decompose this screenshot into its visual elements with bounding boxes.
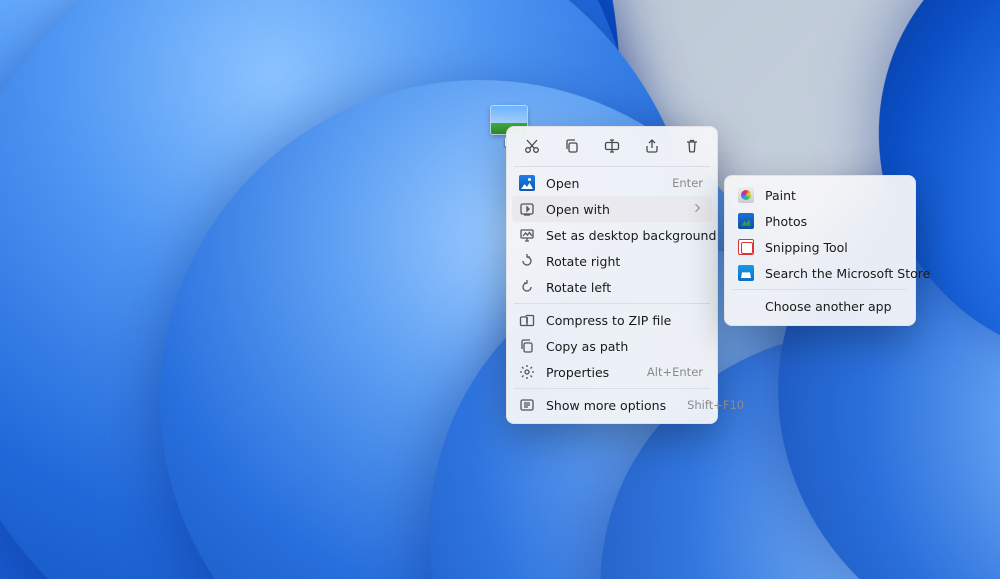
- picture-app-icon: [519, 175, 535, 191]
- share-icon[interactable]: [642, 136, 662, 156]
- copy-path-icon: [519, 338, 535, 354]
- menu-item-label: Rotate right: [546, 254, 703, 269]
- submenu-item-snipping-tool[interactable]: Snipping Tool: [731, 234, 909, 260]
- menu-item-label: Compress to ZIP file: [546, 313, 703, 328]
- zip-icon: [519, 312, 535, 328]
- menu-item-label: Rotate left: [546, 280, 703, 295]
- rotate-right-icon: [519, 253, 535, 269]
- delete-icon[interactable]: [682, 136, 702, 156]
- menu-item-properties[interactable]: Properties Alt+Enter: [512, 359, 712, 385]
- rename-icon[interactable]: [602, 136, 622, 156]
- menu-item-copy-as-path[interactable]: Copy as path: [512, 333, 712, 359]
- menu-item-rotate-left[interactable]: Rotate left: [512, 274, 712, 300]
- show-more-icon: [519, 397, 535, 413]
- menu-item-label: Choose another app: [765, 299, 900, 314]
- blank-icon: [738, 298, 754, 314]
- properties-icon: [519, 364, 535, 380]
- snipping-tool-app-icon: [738, 239, 754, 255]
- context-menu: Open Enter Open with Set as desktop back…: [506, 126, 718, 424]
- menu-item-label: Snipping Tool: [765, 240, 900, 255]
- menu-item-label: Copy as path: [546, 339, 703, 354]
- menu-item-shortcut: Alt+Enter: [637, 365, 703, 379]
- copy-icon[interactable]: [562, 136, 582, 156]
- menu-item-label: Open with: [546, 202, 680, 217]
- chevron-right-icon: [691, 202, 703, 217]
- submenu-item-search-store[interactable]: Search the Microsoft Store: [731, 260, 909, 286]
- photos-app-icon: [738, 213, 754, 229]
- submenu-item-choose-another-app[interactable]: Choose another app: [731, 293, 909, 319]
- menu-item-label: Search the Microsoft Store: [765, 266, 930, 281]
- context-menu-toolbar: [512, 132, 712, 163]
- open-with-icon: [519, 201, 535, 217]
- menu-item-label: Properties: [546, 365, 626, 380]
- cut-icon[interactable]: [522, 136, 542, 156]
- menu-item-compress-zip[interactable]: Compress to ZIP file: [512, 307, 712, 333]
- rotate-left-icon: [519, 279, 535, 295]
- submenu-item-photos[interactable]: Photos: [731, 208, 909, 234]
- open-with-submenu: Paint Photos Snipping Tool Search the Mi…: [724, 175, 916, 326]
- desktop-background-icon: [519, 227, 535, 243]
- menu-item-open-with[interactable]: Open with: [512, 196, 712, 222]
- microsoft-store-icon: [738, 265, 754, 281]
- separator: [514, 166, 710, 167]
- menu-item-label: Set as desktop background: [546, 228, 716, 243]
- menu-item-shortcut: Shift+F10: [677, 398, 744, 412]
- menu-item-open[interactable]: Open Enter: [512, 170, 712, 196]
- separator: [514, 388, 710, 389]
- menu-item-label: Paint: [765, 188, 900, 203]
- menu-item-label: Open: [546, 176, 651, 191]
- separator: [514, 303, 710, 304]
- separator: [733, 289, 907, 290]
- submenu-item-paint[interactable]: Paint: [731, 182, 909, 208]
- menu-item-show-more-options[interactable]: Show more options Shift+F10: [512, 392, 712, 418]
- menu-item-shortcut: Enter: [662, 176, 703, 190]
- menu-item-set-desktop-background[interactable]: Set as desktop background: [512, 222, 712, 248]
- paint-app-icon: [738, 187, 754, 203]
- menu-item-label: Show more options: [546, 398, 666, 413]
- menu-item-rotate-right[interactable]: Rotate right: [512, 248, 712, 274]
- menu-item-label: Photos: [765, 214, 900, 229]
